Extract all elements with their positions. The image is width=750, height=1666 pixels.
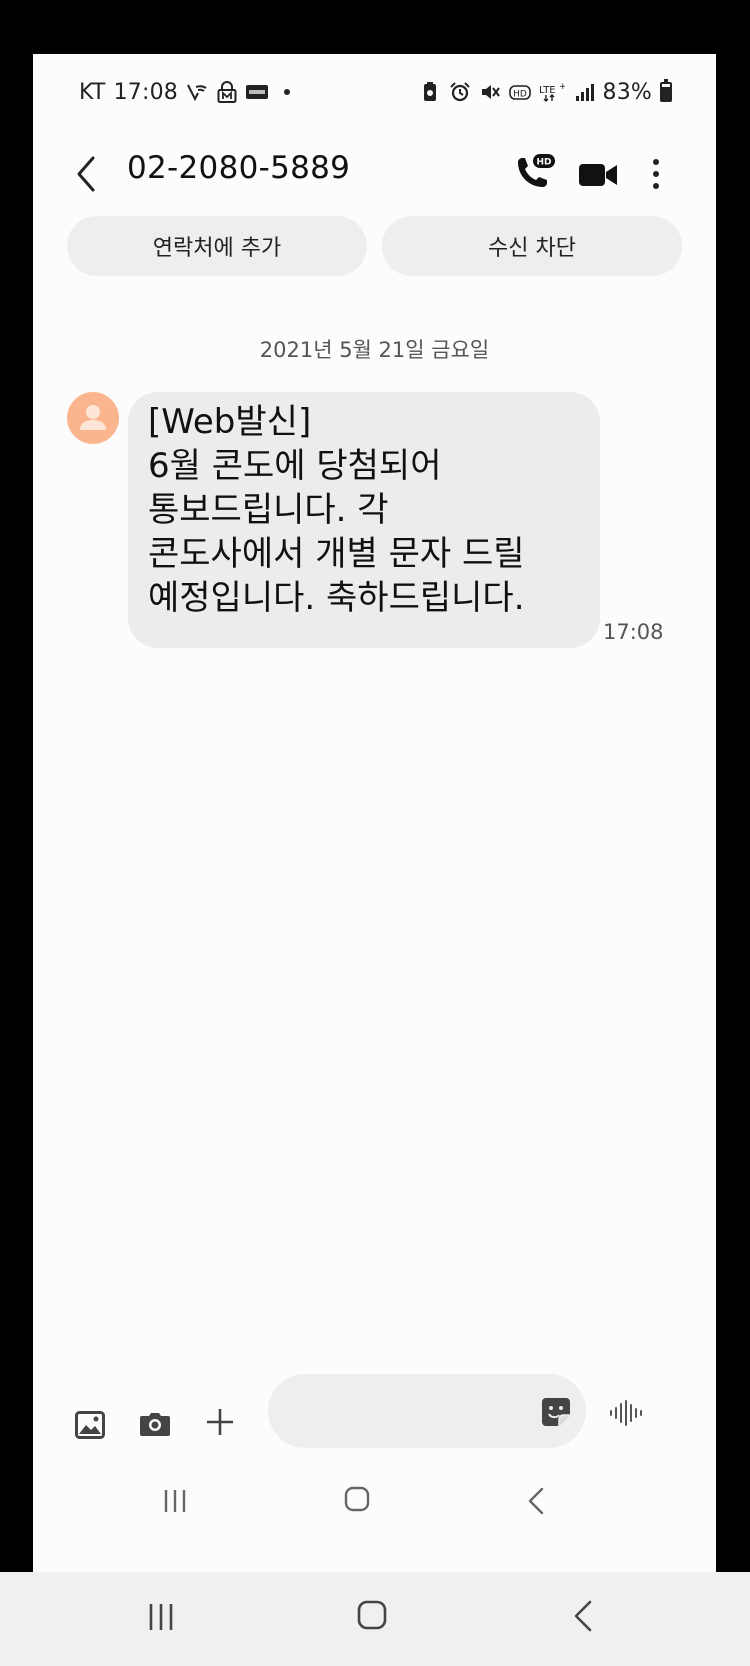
status-time: 17:08 xyxy=(113,79,178,105)
more-options-icon[interactable] xyxy=(649,152,663,196)
system-back-button[interactable] xyxy=(573,1599,593,1633)
hd-voice-call-icon[interactable]: HD xyxy=(513,152,557,196)
voice-record-icon[interactable] xyxy=(609,1400,643,1426)
message-line: 6월 콘도에 당첨되어 xyxy=(148,446,442,486)
message-line: 콘도사에서 개별 문자 드릴 xyxy=(148,534,525,574)
mute-icon xyxy=(481,85,500,99)
message-line: [Web발신] xyxy=(148,402,312,442)
battery-percent: 83% xyxy=(602,79,652,105)
system-navigation-bar xyxy=(0,1572,750,1666)
app-navigation-bar xyxy=(33,1470,716,1540)
sticker-icon[interactable] xyxy=(541,1397,571,1427)
battery-saver-icon xyxy=(423,82,436,101)
message-time: 17:08 xyxy=(603,620,664,644)
recent-apps-button[interactable] xyxy=(161,1488,189,1514)
contact-number: 02-2080-5889 xyxy=(127,150,351,186)
status-left: KT 17:08 xyxy=(79,80,290,105)
home-button[interactable] xyxy=(344,1486,370,1512)
signal-icon xyxy=(575,84,594,101)
person-icon xyxy=(80,405,106,430)
camera-icon[interactable] xyxy=(139,1411,171,1437)
message-bubble[interactable]: [Web발신] 6월 콘도에 당첨되어 통보드립니다. 각 콘도사에서 개별 문… xyxy=(128,392,600,648)
pass-icon xyxy=(245,85,268,99)
hd-icon: HD xyxy=(508,85,531,100)
m-lock-icon xyxy=(217,81,237,103)
system-home-button[interactable] xyxy=(357,1600,387,1630)
back-button[interactable] xyxy=(73,154,101,194)
add-contact-button[interactable]: 연락처에 추가 xyxy=(67,216,367,276)
status-bar: KT 17:08 HD LTE + 83% xyxy=(33,54,716,130)
nav-back-button[interactable] xyxy=(527,1486,545,1516)
hd-badge: HD xyxy=(536,158,551,168)
video-call-icon[interactable] xyxy=(578,160,618,190)
plus-icon[interactable] xyxy=(205,1407,235,1437)
conversation-header: 02-2080-5889 HD xyxy=(33,130,716,218)
status-right: HD LTE + 83% xyxy=(419,79,672,105)
system-recent-apps-button[interactable] xyxy=(146,1602,176,1632)
message-input[interactable] xyxy=(268,1374,586,1448)
date-separator: 2021년 5월 21일 금요일 xyxy=(259,338,490,362)
notification-dot-icon xyxy=(283,89,290,95)
message-line: 예정입니다. 축하드립니다. xyxy=(148,578,525,618)
block-number-button[interactable]: 수신 차단 xyxy=(382,216,682,276)
messages-screen: KT 17:08 HD LTE + 83% 02-2080-5889 HD 연락… xyxy=(33,54,716,1572)
gallery-icon[interactable] xyxy=(75,1411,105,1439)
avatar[interactable] xyxy=(67,392,119,444)
svg-text:LTE: LTE xyxy=(539,85,556,96)
svg-text:+: + xyxy=(559,82,565,92)
svg-text:HD: HD xyxy=(513,90,527,100)
message-line: 통보드립니다. 각 xyxy=(148,490,389,530)
alarm-icon xyxy=(449,82,470,102)
vowifi-icon xyxy=(187,84,207,102)
lte-icon: LTE + xyxy=(539,82,565,102)
carrier-label: KT xyxy=(79,79,106,105)
battery-icon xyxy=(660,79,672,102)
